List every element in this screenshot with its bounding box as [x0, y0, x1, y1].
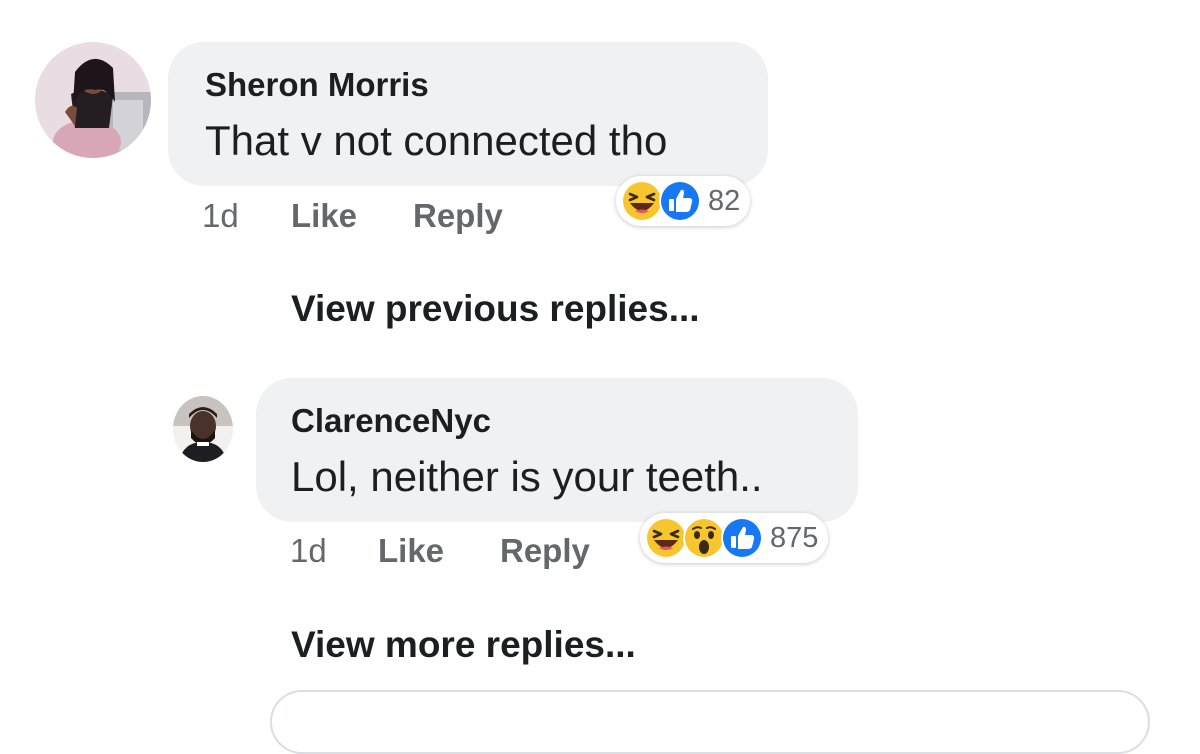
- reply-author[interactable]: ClarenceNyc: [291, 402, 491, 440]
- reply-timestamp[interactable]: 1d: [290, 532, 327, 570]
- avatar-clarencenyc[interactable]: [173, 396, 233, 462]
- comment-author[interactable]: Sheron Morris: [205, 66, 429, 104]
- reply-like-button[interactable]: Like: [378, 532, 444, 570]
- reaction-count: 82: [708, 184, 741, 217]
- reply-composer-input[interactable]: [270, 690, 1150, 754]
- like-button[interactable]: Like: [291, 197, 357, 235]
- like-icon: [720, 516, 764, 560]
- view-more-replies-link[interactable]: View more replies...: [291, 624, 636, 666]
- reaction-count: 875: [770, 521, 819, 554]
- reply-button[interactable]: Reply: [413, 197, 503, 235]
- reply-reactions-summary[interactable]: 875: [640, 513, 829, 563]
- avatar-sheron-morris[interactable]: [35, 42, 151, 158]
- comment-timestamp[interactable]: 1d: [202, 197, 239, 235]
- reply-reply-button[interactable]: Reply: [500, 532, 590, 570]
- view-previous-replies-link[interactable]: View previous replies...: [291, 288, 700, 330]
- reply-text: Lol, neither is your teeth..: [291, 453, 763, 500]
- comment-text: That v not connected tho: [205, 117, 668, 164]
- like-icon: [658, 179, 702, 223]
- reactions-summary[interactable]: 82: [616, 176, 751, 226]
